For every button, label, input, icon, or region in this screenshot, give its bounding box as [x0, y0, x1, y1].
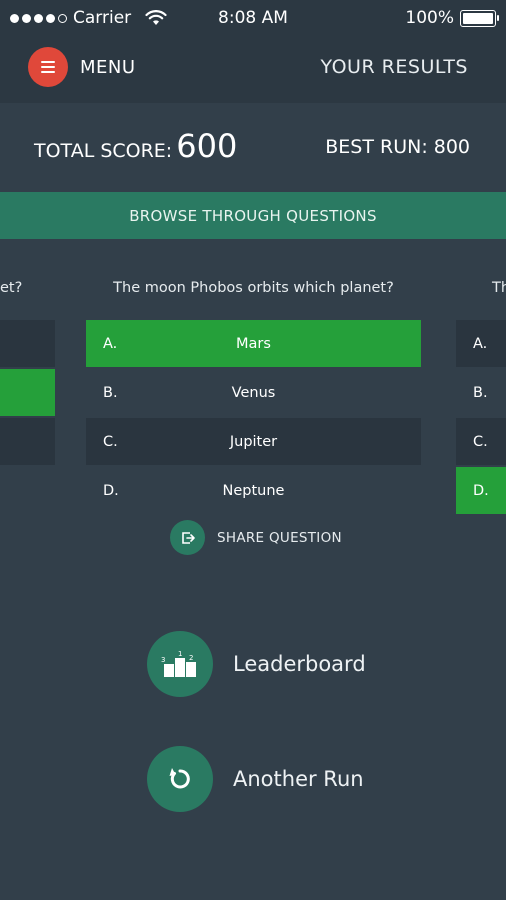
svg-text:2: 2	[189, 654, 193, 662]
battery-icon	[460, 9, 499, 27]
next-answer-letter: A.	[456, 320, 506, 367]
previous-question-text[interactable]: et?	[0, 280, 22, 296]
answer-option-c[interactable]: C. Jupiter	[86, 418, 421, 465]
next-question-card[interactable]: A. B. C. D.	[456, 320, 506, 516]
next-question-text[interactable]: Th	[492, 280, 506, 296]
answer-letter: D.	[103, 482, 119, 499]
answer-text: Venus	[231, 384, 276, 401]
answer-option-a[interactable]: A. Mars	[86, 320, 421, 367]
next-answer-letter: D.	[456, 467, 506, 514]
previous-question-card[interactable]	[0, 320, 55, 467]
podium-icon: 1 3 2	[147, 631, 213, 697]
restart-icon	[147, 746, 213, 812]
signal-strength-icon	[10, 13, 67, 23]
answer-text: Jupiter	[229, 433, 278, 450]
next-answer-letter: B.	[473, 384, 488, 401]
menu-label[interactable]: MENU	[80, 57, 136, 78]
hamburger-icon	[41, 61, 55, 73]
answer-letter: A.	[103, 335, 118, 352]
page-title: YOUR RESULTS	[320, 56, 468, 78]
another-run-label: Another Run	[233, 767, 364, 791]
best-run-value: 800	[433, 136, 470, 158]
battery-percent: 100%	[405, 8, 454, 28]
answer-text: Mars	[236, 335, 271, 352]
answer-option-b[interactable]: B. Venus	[86, 369, 421, 416]
next-answer-letter: C.	[456, 418, 506, 465]
share-question-label: SHARE QUESTION	[217, 529, 342, 546]
total-score-value: 600	[176, 127, 238, 165]
leaderboard-label: Leaderboard	[233, 652, 366, 676]
share-icon	[170, 520, 205, 555]
total-score: TOTAL SCORE: 600	[34, 127, 237, 165]
question-text: The moon Phobos orbits which planet?	[113, 280, 394, 296]
best-run-label: BEST RUN:	[325, 136, 428, 158]
app-header: MENU YOUR RESULTS	[0, 36, 506, 103]
browse-questions-button[interactable]: BROWSE THROUGH QUESTIONS	[0, 192, 506, 239]
leaderboard-button[interactable]: 1 3 2 Leaderboard	[147, 631, 366, 697]
svg-text:3: 3	[161, 656, 165, 664]
answer-letter: B.	[103, 384, 118, 401]
carrier-name: Carrier	[73, 8, 132, 28]
score-summary: TOTAL SCORE: 600 BEST RUN: 800	[0, 103, 506, 192]
answer-letter: C.	[103, 433, 118, 450]
svg-text:1: 1	[178, 650, 182, 658]
wifi-icon	[145, 10, 167, 25]
best-run: BEST RUN: 800	[325, 136, 470, 158]
share-question-button[interactable]: SHARE QUESTION	[170, 520, 342, 555]
menu-button[interactable]	[28, 47, 68, 87]
answer-list: A. Mars B. Venus C. Jupiter D. Neptune	[86, 320, 421, 516]
another-run-button[interactable]: Another Run	[147, 746, 364, 812]
total-score-label: TOTAL SCORE:	[34, 140, 173, 162]
answer-text: Neptune	[222, 482, 285, 499]
answer-option-d[interactable]: D. Neptune	[86, 467, 421, 514]
status-bar: Carrier 8:08 AM 100%	[0, 0, 506, 36]
